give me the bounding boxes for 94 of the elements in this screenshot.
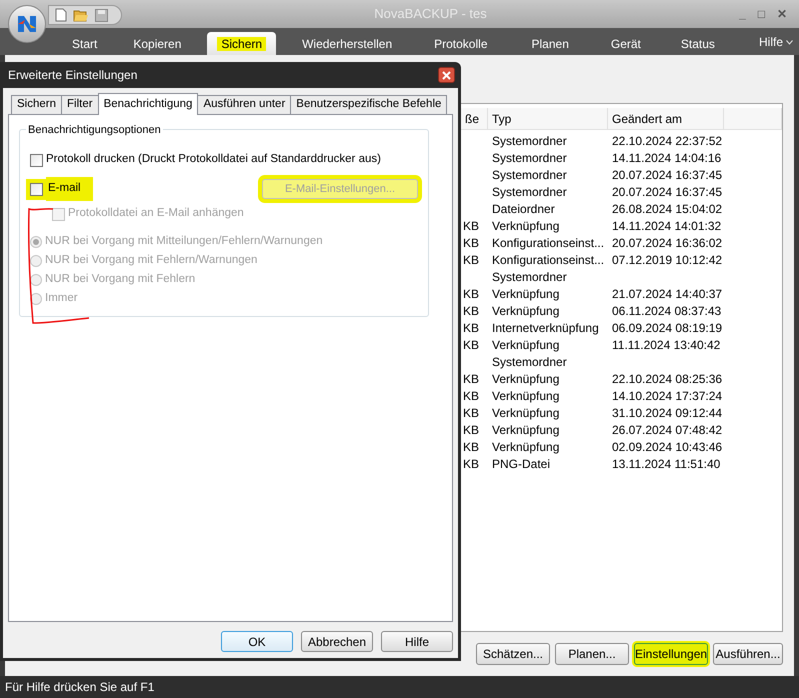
close-button[interactable]: [438, 67, 455, 83]
table-cell-text: 13.11.2024 11:51:40: [611, 456, 722, 472]
close-button[interactable]: ✕: [777, 5, 787, 23]
table-cell-text: KB: [462, 422, 480, 438]
close-icon: [442, 70, 451, 80]
ribbon-tab[interactable]: Sichern: [207, 32, 276, 55]
ribbon-tab[interactable]: Status: [666, 32, 729, 55]
table-cell-text: 02.09.2024 10:43:46: [611, 438, 724, 456]
table-cell-text: KB: [462, 404, 480, 422]
table-cell-text: Konfigurationseinst...: [491, 234, 606, 252]
ribbon-tab[interactable]: Kopieren: [119, 32, 196, 55]
action-button[interactable]: Ausführen...: [713, 643, 783, 665]
checkbox[interactable]: [30, 154, 43, 166]
save-icon[interactable]: [95, 8, 108, 22]
table-cell-text: Verknüpfung: [491, 218, 560, 234]
table-cell-text: KB: [462, 336, 480, 354]
dialog-button[interactable]: Abbrechen: [301, 631, 373, 652]
table-cell-text: 26.08.2024 15:04:02: [611, 200, 724, 218]
table-cell-text: Verknüpfung: [491, 388, 560, 404]
table-cell-text: PNG-Datei: [491, 456, 552, 472]
dialog-title: Erweiterte Einstellungen: [8, 67, 138, 84]
table-cell-text: KB: [462, 456, 480, 472]
checkbox-label: Protokolldatei an E-Mail anhängen: [68, 206, 244, 222]
ribbon-tab[interactable]: Wiederherstellen: [288, 32, 406, 55]
dialog-tab[interactable]: Sichern: [11, 95, 62, 114]
column-header[interactable]: Typ: [488, 108, 608, 129]
table-cell-text: 21.07.2024 14:40:37: [611, 286, 724, 302]
ribbon-tab[interactable]: Gerät: [596, 32, 655, 55]
radio-label: NUR bei Vorgang mit Mitteilungen/Fehlern/Warnungen: [45, 234, 323, 250]
table-cell-text: Systemordner: [491, 354, 568, 370]
table-cell-text: Systemordner: [491, 132, 568, 150]
checkbox-label: Protokoll drucken (Druckt Protokolldatei auf Standarddrucker aus): [46, 152, 381, 168]
table-cell-text: Verknüpfung: [491, 438, 560, 456]
table-cell-text: 11.11.2024 13:40:42: [611, 336, 722, 354]
table-cell-text: 14.11.2024 14:04:16: [611, 150, 722, 166]
group-title: Benachrichtigungsoptionen: [26, 122, 163, 138]
checkbox-label: E-mail: [46, 177, 93, 201]
table-cell-text: Systemordner: [491, 184, 568, 200]
table-cell-text: KB: [462, 320, 480, 336]
action-button[interactable]: Schätzen...: [476, 643, 550, 665]
table-cell-text: KB: [462, 252, 480, 268]
ribbon-tab[interactable]: Start: [62, 32, 108, 55]
table-cell-text: 06.11.2024 08:37:43: [611, 302, 722, 320]
table-cell-text: Verknüpfung: [491, 404, 560, 422]
table-cell-text: 07.12.2019 10:12:42: [611, 252, 724, 268]
status-text: Für Hilfe drücken Sie auf F1: [5, 679, 154, 696]
new-file-icon[interactable]: [55, 8, 67, 22]
table-cell-text: 22.10.2024 22:37:52: [611, 132, 724, 150]
minimize-button[interactable]: _: [739, 5, 746, 23]
table-cell-text: Verknüpfung: [491, 370, 560, 388]
table-cell-text: 20.07.2024 16:37:45: [611, 166, 724, 184]
table-cell-text: Systemordner: [491, 150, 568, 166]
ribbon-tab[interactable]: Planen: [516, 32, 585, 55]
table-cell-text: KB: [462, 234, 480, 252]
table-cell-text: 14.11.2024 14:01:32: [611, 218, 722, 234]
radio-label: NUR bei Vorgang mit Fehlern: [45, 272, 196, 288]
table-cell-text: Internetverknüpfung: [491, 320, 600, 336]
table-cell-text: Systemordner: [491, 166, 568, 184]
table-cell-text: 22.10.2024 08:25:36: [611, 370, 724, 388]
dialog-button[interactable]: OK: [221, 631, 293, 652]
table-cell-text: 26.07.2024 07:48:42: [611, 422, 724, 438]
action-button[interactable]: Planen...: [555, 643, 629, 665]
dialog-tab[interactable]: Benutzerspezifische Befehle: [290, 95, 448, 114]
table-cell-text: 14.10.2024 17:37:24: [611, 388, 724, 404]
table-cell-text: KB: [462, 286, 480, 302]
action-button[interactable]: Einstellungen: [634, 643, 708, 665]
table-cell-text: 06.09.2024 08:19:19: [611, 320, 724, 336]
open-folder-icon[interactable]: [73, 8, 89, 22]
caret-icon: [786, 40, 793, 44]
table-cell-text: Systemordner: [491, 268, 568, 286]
table-cell-text: Konfigurationseinst...: [491, 252, 606, 268]
radio-label: Immer: [45, 291, 78, 306]
table-cell-text: Verknüpfung: [491, 286, 560, 302]
dialog-tab[interactable]: Benachrichtigung: [98, 93, 198, 115]
dialog-button[interactable]: Hilfe: [381, 631, 453, 652]
table-cell-text: Verknüpfung: [491, 302, 560, 320]
table-cell-text: KB: [462, 370, 480, 388]
table-cell-text: Verknüpfung: [491, 422, 560, 438]
table-cell-text: 20.07.2024 16:36:02: [611, 234, 724, 252]
dialog-tab[interactable]: Filter: [61, 95, 99, 114]
table-cell-text: 31.10.2024 09:12:44: [611, 404, 724, 422]
ribbon-tab[interactable]: Protokolle: [418, 32, 504, 55]
table-cell-text: Dateiordner: [491, 200, 556, 218]
help-menu[interactable]: Hilfe: [758, 33, 793, 51]
table-cell-text: KB: [462, 302, 480, 320]
column-header[interactable]: Geändert am: [608, 108, 724, 129]
radio-label: NUR bei Vorgang mit Fehlern/Warnungen: [45, 253, 258, 268]
table-cell-text: KB: [462, 388, 480, 404]
table-cell-text: KB: [462, 438, 480, 456]
table-cell-text: Verknüpfung: [491, 336, 560, 354]
dialog-tab[interactable]: Ausführen unter: [197, 95, 292, 114]
maximize-button[interactable]: □: [758, 5, 765, 23]
table-cell-text: 20.07.2024 16:37:45: [611, 184, 724, 200]
table-cell-text: KB: [462, 218, 480, 234]
